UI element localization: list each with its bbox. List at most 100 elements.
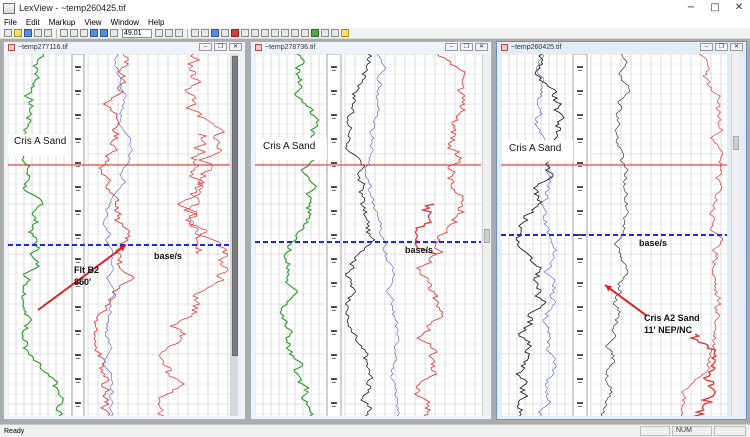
print-icon[interactable] [34, 29, 42, 37]
highlight-icon[interactable] [301, 29, 309, 37]
doc-title: ~temp278736.tif [265, 44, 316, 51]
depth-tick [577, 378, 583, 380]
doc-title-bar[interactable]: ~temp260425.tif – ❐ ✕ [497, 42, 746, 53]
arrow-line [604, 284, 648, 317]
depth-tick [578, 310, 582, 311]
menu-window[interactable]: Window [111, 18, 139, 27]
doc-close-button[interactable]: ✕ [475, 43, 488, 51]
scroll-thumb[interactable] [484, 229, 490, 243]
toolbar: 49.01 [0, 28, 750, 39]
close-icon[interactable]: ✕ [732, 1, 746, 15]
menu-markup[interactable]: Markup [49, 18, 76, 27]
depth-tick [331, 114, 337, 116]
depth-tick [331, 354, 337, 356]
depth-tick [75, 330, 81, 332]
sp-curve [344, 54, 376, 416]
depth-tick [331, 138, 337, 140]
copy-icon[interactable] [70, 29, 78, 37]
new-icon[interactable] [4, 29, 12, 37]
doc-minimize-button[interactable]: – [199, 43, 212, 51]
open-icon[interactable] [14, 29, 22, 37]
zoom-select[interactable]: 49.01 [122, 28, 152, 38]
print-preview-icon[interactable] [44, 29, 52, 37]
menu-edit[interactable]: Edit [26, 18, 40, 27]
menu-help[interactable]: Help [148, 18, 164, 27]
menu-view[interactable]: View [84, 18, 101, 27]
zoom-fit-icon[interactable] [110, 29, 118, 37]
doc-title: ~temp260425.tif [511, 44, 562, 51]
doc-restore-button[interactable]: ❐ [460, 43, 473, 51]
doc-window-3[interactable]: ~temp260425.tif – ❐ ✕ Cris A Sand base/s… [496, 41, 747, 420]
doc-window-1[interactable]: ~temp277116.tif – ❐ ✕ Cris A Sand base/s… [3, 41, 246, 420]
pan-hand-icon[interactable] [155, 29, 163, 37]
vertical-scrollbar[interactable] [731, 54, 739, 416]
depth-tick [75, 90, 81, 92]
depth-tick [76, 118, 80, 119]
doc-minimize-button[interactable]: – [445, 43, 458, 51]
doc-controls: – ❐ ✕ [700, 43, 743, 51]
minimize-icon[interactable]: − [684, 1, 698, 15]
crop-icon[interactable] [201, 29, 209, 37]
zoom-in-icon[interactable] [90, 29, 98, 37]
depth-tick [331, 306, 337, 308]
rectangle-icon[interactable] [251, 29, 259, 37]
depth-tick [577, 114, 583, 116]
ellipse-icon[interactable] [281, 29, 289, 37]
doc-window-2[interactable]: ~temp278736.tif – ❐ ✕ Cris A Sand base/s [250, 41, 492, 420]
paste-icon[interactable] [80, 29, 88, 37]
rotate-icon[interactable] [165, 29, 173, 37]
scroll-thumb[interactable] [733, 136, 739, 150]
arrow-tool-icon[interactable] [271, 29, 279, 37]
stamp-icon[interactable] [311, 29, 319, 37]
paste-region-icon[interactable] [221, 29, 229, 37]
doc-title-bar[interactable]: ~temp278736.tif – ❐ ✕ [251, 42, 491, 53]
doc-restore-button[interactable]: ❐ [214, 43, 227, 51]
base-label: base/s [154, 251, 183, 261]
note-icon[interactable] [321, 29, 329, 37]
line-icon[interactable] [241, 29, 249, 37]
doc-title-bar[interactable]: ~temp277116.tif – ❐ ✕ [4, 42, 245, 53]
sand-label: Cris A Sand [14, 136, 67, 147]
vertical-scrollbar[interactable] [230, 54, 238, 416]
depth-tick [76, 382, 80, 383]
save-icon[interactable] [24, 29, 32, 37]
gamma-ray-curve [515, 54, 565, 416]
doc-close-button[interactable]: ✕ [229, 43, 242, 51]
maximize-icon[interactable]: □ [708, 1, 722, 15]
help-icon[interactable] [341, 29, 349, 37]
well-log-image [255, 54, 481, 416]
vertical-scrollbar[interactable] [482, 54, 490, 416]
delete-icon[interactable] [331, 29, 339, 37]
doc-minimize-button[interactable]: – [700, 43, 713, 51]
depth-tick [331, 234, 337, 236]
cut-icon[interactable] [60, 29, 68, 37]
text-icon[interactable] [261, 29, 269, 37]
depth-tick [75, 210, 81, 212]
menu-file[interactable]: File [4, 18, 17, 27]
zoom-out-icon[interactable] [100, 29, 108, 37]
depth-tick [331, 186, 337, 188]
pen-icon[interactable] [231, 29, 239, 37]
doc-close-button[interactable]: ✕ [730, 43, 743, 51]
depth-tick [577, 354, 583, 356]
status-cell-3 [714, 426, 746, 436]
depth-tick [76, 262, 80, 263]
polygon-icon[interactable] [291, 29, 299, 37]
depth-tick [331, 378, 337, 380]
gamma-ray-curve [279, 54, 320, 416]
log-image-3[interactable]: Cris A Sand base/s Cris A2 Sand 11' NEP/… [501, 54, 727, 416]
flip-icon[interactable] [175, 29, 183, 37]
depth-tick [578, 94, 582, 95]
scroll-thumb[interactable] [232, 56, 238, 356]
depth-tick [332, 262, 336, 263]
copy-region-icon[interactable] [211, 29, 219, 37]
doc-controls: – ❐ ✕ [445, 43, 488, 51]
doc-restore-button[interactable]: ❐ [715, 43, 728, 51]
depth-tick [577, 258, 583, 260]
log-image-1[interactable]: Cris A Sand base/s Flt B2 850' [8, 54, 230, 416]
select-icon[interactable] [191, 29, 199, 37]
depth-tick [331, 66, 337, 68]
depth-tick [76, 70, 80, 71]
log-image-2[interactable]: Cris A Sand base/s [255, 54, 481, 416]
well-log-image [501, 54, 727, 416]
